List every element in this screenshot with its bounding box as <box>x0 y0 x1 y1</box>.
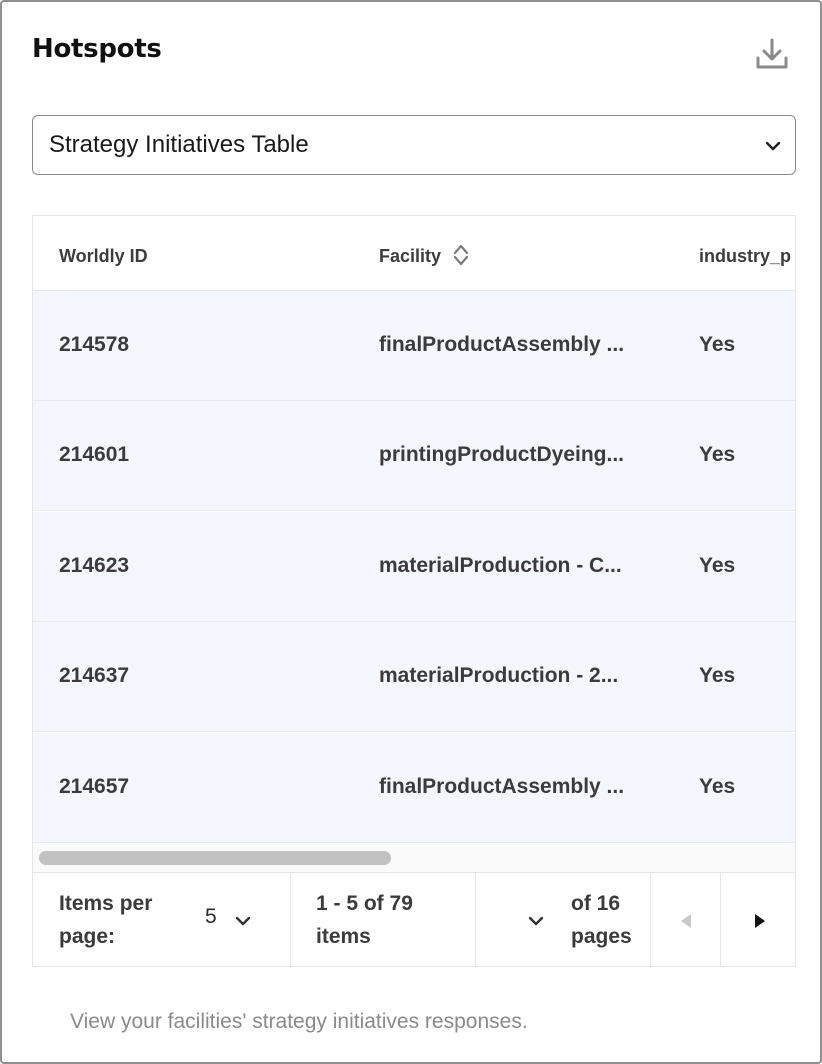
table-description: View your facilities' strategy initiativ… <box>70 1010 528 1033</box>
table-view-select[interactable]: Strategy Initiatives Table <box>32 115 796 175</box>
table-row[interactable]: 214657 finalProductAssembly ... Yes <box>33 733 795 843</box>
download-button[interactable] <box>752 34 792 74</box>
next-page-button[interactable] <box>721 873 795 966</box>
item-range-section: 1 - 5 of 79 items <box>291 873 476 966</box>
items-per-page-select[interactable]: 5 <box>201 903 257 937</box>
cell-industry: Yes <box>699 775 736 798</box>
table-row[interactable]: 214578 finalProductAssembly ... Yes <box>33 291 795 401</box>
cell-worldly-id: 214601 <box>59 443 130 466</box>
chevron-down-icon <box>235 916 251 926</box>
scrollbar-thumb[interactable] <box>39 851 391 865</box>
table-view-select-value: Strategy Initiatives Table <box>49 131 309 158</box>
cell-industry: Yes <box>699 443 736 466</box>
cell-worldly-id: 214578 <box>59 333 130 356</box>
items-per-page-label-line-2: page: <box>59 925 116 948</box>
panel-title: Hotspots <box>32 34 162 64</box>
items-per-page-section: Items per page: 5 <box>33 873 291 966</box>
cell-facility: finalProductAssembly ... <box>379 333 625 356</box>
sort-icon[interactable] <box>452 243 470 267</box>
item-range-line-2: items <box>316 925 371 948</box>
cell-industry: Yes <box>699 554 736 577</box>
cell-worldly-id: 214637 <box>59 664 130 687</box>
cell-facility: materialProduction - 2... <box>379 664 619 687</box>
items-per-page-value: 5 <box>205 905 217 928</box>
column-header-facility-label: Facility <box>379 246 442 266</box>
cell-worldly-id: 214623 <box>59 554 130 577</box>
previous-page-button[interactable] <box>651 873 721 966</box>
table-header: Worldly ID Facility industry_p <box>33 216 795 291</box>
download-icon <box>756 38 788 69</box>
table-row[interactable]: 214623 materialProduction - C... Yes <box>33 512 795 622</box>
cell-facility: printingProductDyeing... <box>379 443 624 466</box>
table-row[interactable]: 214637 materialProduction - 2... Yes <box>33 622 795 732</box>
horizontal-scrollbar[interactable] <box>33 843 795 873</box>
triangle-right-icon <box>755 914 765 928</box>
total-pages-line-1: of 16 <box>571 892 621 915</box>
column-header-worldly-id: Worldly ID <box>59 246 148 266</box>
table-row[interactable]: 214601 printingProductDyeing... Yes <box>33 401 795 511</box>
items-per-page-label-line-1: Items per <box>59 892 153 915</box>
page-select-chevron-icon[interactable] <box>526 911 546 931</box>
page-select-section: of 16 pages <box>476 873 651 966</box>
chevron-down-icon <box>765 141 781 151</box>
cell-worldly-id: 214657 <box>59 775 130 798</box>
total-pages-line-2: pages <box>571 925 632 948</box>
cell-industry: Yes <box>699 333 736 356</box>
item-range-line-1: 1 - 5 of 79 <box>316 892 413 915</box>
cell-facility: finalProductAssembly ... <box>379 775 625 798</box>
column-header-facility[interactable]: Facility <box>379 243 470 267</box>
column-header-industry: industry_p <box>699 246 792 266</box>
pagination: Items per page: 5 1 - 5 of 79 items of 1… <box>33 873 795 966</box>
cell-industry: Yes <box>699 664 736 687</box>
cell-facility: materialProduction - C... <box>379 554 622 577</box>
hotspots-panel: Hotspots Strategy Initiatives Table Worl… <box>0 0 822 1064</box>
strategy-initiatives-table: Worldly ID Facility industry_p 214578 fi… <box>32 215 796 967</box>
triangle-left-icon <box>681 914 691 928</box>
